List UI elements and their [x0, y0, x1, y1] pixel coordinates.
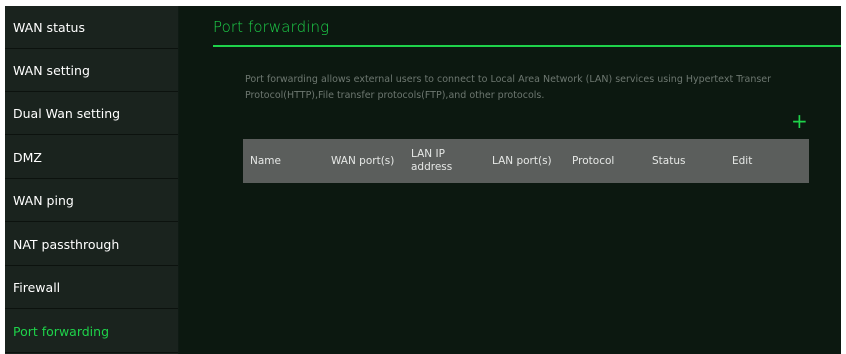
- sidebar-item-wan-setting[interactable]: WAN setting: [5, 49, 178, 92]
- sidebar-item-dual-wan-setting[interactable]: Dual Wan setting: [5, 92, 178, 135]
- sidebar-item-firewall[interactable]: Firewall: [5, 266, 178, 309]
- column-header-status: Status: [652, 155, 686, 167]
- plus-icon[interactable]: +: [791, 111, 808, 131]
- app-frame: WAN status WAN setting Dual Wan setting …: [5, 6, 841, 354]
- column-header-name: Name: [250, 155, 281, 167]
- column-header-edit: Edit: [732, 155, 753, 167]
- sidebar-item-nat-passthrough[interactable]: NAT passthrough: [5, 223, 178, 266]
- column-header-wan-ports: WAN port(s): [331, 155, 395, 167]
- column-header-protocol: Protocol: [572, 155, 615, 167]
- port-forwarding-table-header: Name WAN port(s) LAN IP address LAN port…: [243, 139, 809, 183]
- sidebar-item-dmz[interactable]: DMZ: [5, 136, 178, 179]
- main-panel: Port forwarding Port forwarding allows e…: [179, 6, 841, 354]
- sidebar-item-wan-ping[interactable]: WAN ping: [5, 179, 178, 222]
- column-header-lan-ports: LAN port(s): [492, 155, 552, 167]
- page-title: Port forwarding: [213, 18, 330, 36]
- sidebar: WAN status WAN setting Dual Wan setting …: [5, 6, 178, 354]
- sidebar-item-port-forwarding[interactable]: Port forwarding: [5, 310, 178, 353]
- title-divider: [213, 45, 841, 47]
- description-text: Port forwarding allows external users to…: [245, 74, 772, 101]
- column-header-lan-ip-address: LAN IP address: [411, 148, 453, 173]
- sidebar-item-wan-status[interactable]: WAN status: [5, 6, 178, 49]
